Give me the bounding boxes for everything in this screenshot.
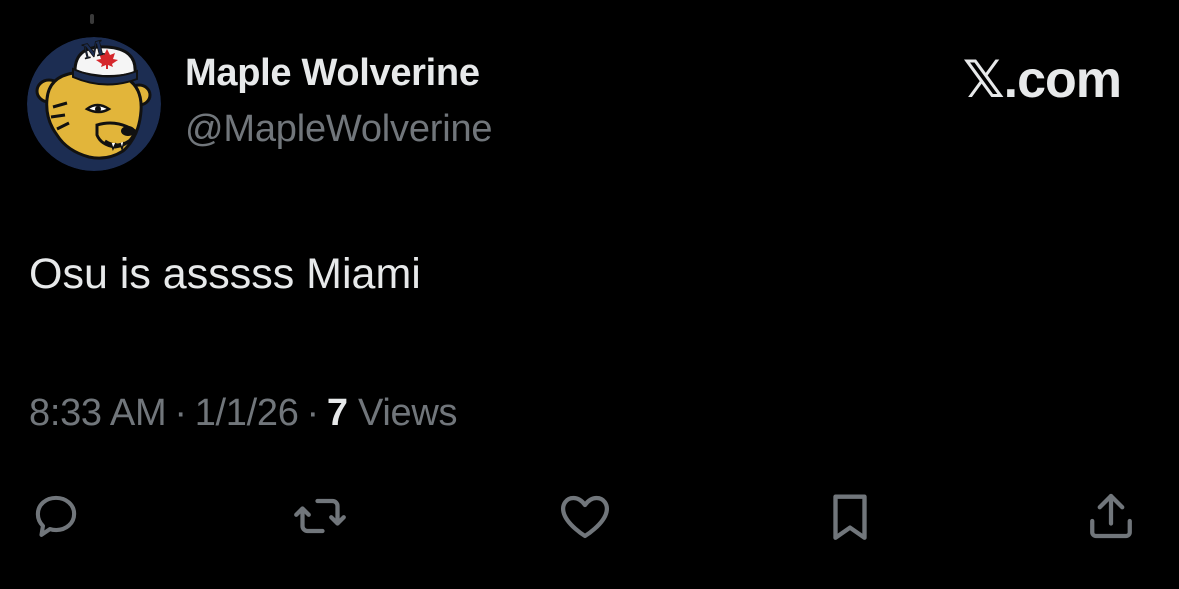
like-button[interactable] (555, 486, 615, 546)
display-name[interactable]: Maple Wolverine (185, 52, 480, 95)
repost-icon (294, 498, 346, 534)
avatar[interactable]: M (27, 37, 161, 171)
tweet-meta: 8:33 AM · 1/1/26 · 7 Views (29, 392, 458, 435)
views-count: 7 (326, 392, 348, 434)
heart-icon (561, 495, 609, 539)
meta-separator: · (306, 392, 320, 434)
brand-watermark: 𝕏.com (962, 51, 1122, 109)
wolverine-logo-icon: M (27, 37, 161, 171)
reply-button[interactable] (26, 486, 86, 546)
top-edge-mark (90, 14, 94, 24)
bookmark-button[interactable] (820, 486, 880, 546)
tweet-text: Osu is asssss Miami (29, 250, 421, 298)
meta-separator: · (174, 392, 187, 434)
share-button[interactable] (1081, 486, 1141, 546)
share-icon (1090, 493, 1132, 539)
tweet-date[interactable]: 1/1/26 (195, 392, 299, 434)
user-handle[interactable]: @MapleWolverine (185, 108, 493, 151)
tweet-time[interactable]: 8:33 AM (29, 392, 167, 434)
views-label: Views (358, 392, 458, 434)
reply-icon (35, 495, 77, 537)
bookmark-icon (833, 494, 867, 540)
repost-button[interactable] (290, 486, 350, 546)
